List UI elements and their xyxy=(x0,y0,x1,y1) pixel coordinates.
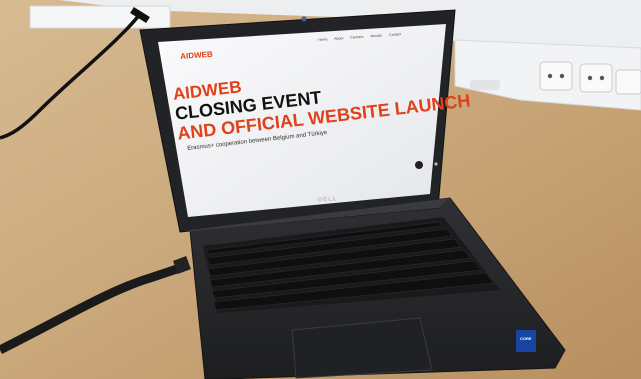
laptop-screen xyxy=(158,24,446,217)
photo-scene xyxy=(0,0,641,379)
webcam xyxy=(301,16,307,22)
intel-sticker xyxy=(516,330,536,352)
scroll-down-button xyxy=(415,161,423,169)
